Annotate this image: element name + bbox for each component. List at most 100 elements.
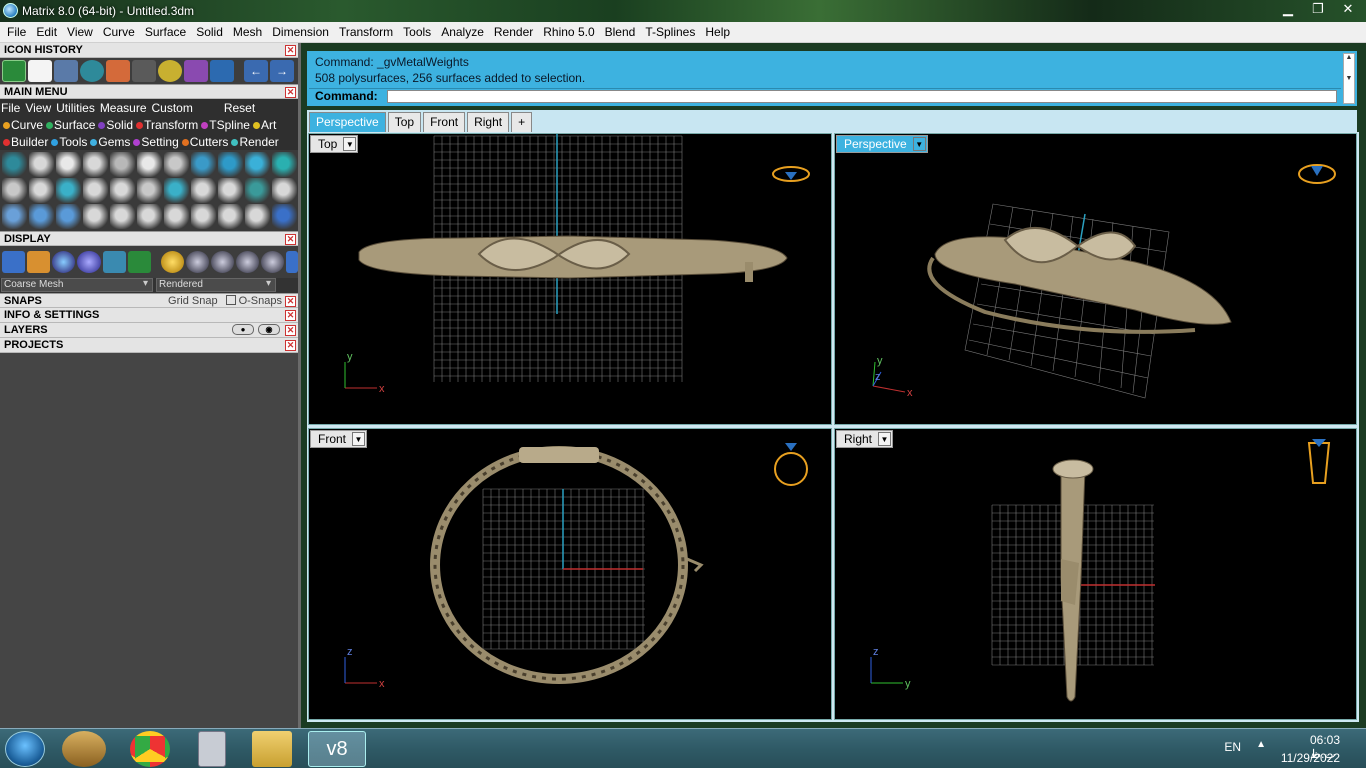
tool-icon[interactable] <box>272 204 297 229</box>
tool-icon[interactable] <box>2 178 27 203</box>
tool-icon[interactable] <box>164 204 189 229</box>
paint-app-icon[interactable] <box>62 731 106 767</box>
viewport-front-label[interactable]: Front ▼ <box>310 430 368 448</box>
clock-date[interactable]: 11/29/2022 <box>1281 751 1340 765</box>
tool-icon[interactable] <box>2 204 27 229</box>
menu-curve[interactable]: Curve <box>98 25 140 39</box>
tool-icon[interactable] <box>83 152 108 177</box>
minimize-button[interactable]: ▁ <box>1274 0 1302 18</box>
mesh-quality-select[interactable]: Coarse Mesh <box>1 278 153 292</box>
menu-analyze[interactable]: Analyze <box>436 25 489 39</box>
tool-icon[interactable] <box>218 178 243 203</box>
tool-icon[interactable] <box>245 204 270 229</box>
snaps-header[interactable]: SNAPS Grid Snap O-Snaps ✕ <box>0 293 298 308</box>
viewport-perspective-label[interactable]: Perspective ▼ <box>836 135 928 153</box>
category-gems[interactable]: Gems <box>87 135 130 149</box>
close-icon[interactable]: ✕ <box>285 87 296 98</box>
chevron-down-icon[interactable]: ▼ <box>912 137 926 151</box>
tool-icon[interactable] <box>137 152 162 177</box>
display-header[interactable]: DISPLAY ✕ <box>0 231 298 246</box>
tool-icon[interactable] <box>29 152 54 177</box>
new-file-icon[interactable] <box>28 60 52 82</box>
close-icon[interactable]: ✕ <box>285 310 296 321</box>
maximize-button[interactable]: ❐ <box>1304 0 1332 18</box>
tool-icon[interactable] <box>191 178 216 203</box>
close-icon[interactable]: ✕ <box>285 340 296 351</box>
menu-file[interactable]: File <box>2 25 31 39</box>
menu-view[interactable]: View <box>62 25 98 39</box>
tab-front[interactable]: Front <box>423 112 466 132</box>
viewport-perspective[interactable]: y x z Perspective ▼ <box>834 133 1357 425</box>
chevron-down-icon[interactable]: ▼ <box>343 137 357 151</box>
tab-top[interactable]: Top <box>387 112 422 132</box>
tool-icon[interactable] <box>56 152 81 177</box>
menu-solid[interactable]: Solid <box>191 25 228 39</box>
save-icon[interactable] <box>54 60 78 82</box>
pipe-icon[interactable] <box>184 60 208 82</box>
display-mode-select[interactable]: Rendered <box>156 278 276 292</box>
tool-icon[interactable] <box>164 178 189 203</box>
tool-icon[interactable] <box>164 152 189 177</box>
icon-history-header[interactable]: ICON HISTORY ✕ <box>0 43 298 58</box>
tab-perspective[interactable]: Perspective <box>309 112 386 132</box>
tool-icon[interactable] <box>245 152 270 177</box>
tool-icon[interactable] <box>56 178 81 203</box>
command-input[interactable] <box>387 90 1337 103</box>
category-surface[interactable]: Surface <box>43 118 95 132</box>
main-menu-file[interactable]: File <box>0 101 25 115</box>
rendered-icon[interactable] <box>77 251 101 273</box>
ring-icon[interactable] <box>158 60 182 82</box>
close-icon[interactable]: ✕ <box>285 45 296 56</box>
close-icon[interactable]: ✕ <box>285 296 296 307</box>
main-menu-utilities[interactable]: Utilities <box>56 101 100 115</box>
tool-icon[interactable] <box>110 204 135 229</box>
tool-icon[interactable] <box>218 204 243 229</box>
matrix-taskbar-icon[interactable]: v8 <box>308 731 366 767</box>
menu-surface[interactable]: Surface <box>140 25 191 39</box>
ghost-icon[interactable] <box>27 251 51 273</box>
close-button[interactable]: ✕ <box>1334 0 1362 18</box>
reset-button[interactable]: Reset <box>224 101 260 115</box>
grid-snap-toggle[interactable]: Grid Snap <box>168 294 218 308</box>
category-art[interactable]: Art <box>250 118 276 132</box>
cone-icon[interactable] <box>210 60 234 82</box>
category-cutters[interactable]: Cutters <box>179 135 228 149</box>
matte-material-icon[interactable] <box>261 251 285 273</box>
matrix-icon[interactable] <box>80 60 104 82</box>
menu-edit[interactable]: Edit <box>31 25 62 39</box>
back-arrow-icon[interactable]: ← <box>244 60 268 82</box>
eye-icon[interactable]: ◉ <box>258 324 280 335</box>
xray-icon[interactable] <box>102 251 126 273</box>
silver-material-icon[interactable] <box>185 251 209 273</box>
tool-icon[interactable] <box>110 178 135 203</box>
pencil-icon[interactable] <box>106 60 130 82</box>
grid-toggle-icon[interactable] <box>127 251 151 273</box>
projects-header[interactable]: PROJECTS ✕ <box>0 338 298 353</box>
tool-icon[interactable] <box>137 204 162 229</box>
main-menu-view[interactable]: View <box>25 101 56 115</box>
chevron-down-icon[interactable]: ▼ <box>878 432 892 446</box>
layer-visibility-icon[interactable]: ● <box>232 324 254 335</box>
tool-icon[interactable] <box>137 178 162 203</box>
platinum-material-icon[interactable] <box>211 251 235 273</box>
menu-help[interactable]: Help <box>700 25 735 39</box>
category-curve[interactable]: Curve <box>0 118 43 132</box>
category-render[interactable]: Render <box>228 135 279 149</box>
viewport-top[interactable]: y x Top ▼ <box>308 133 832 425</box>
language-indicator[interactable]: EN <box>1224 740 1241 754</box>
viewport-front[interactable]: z x Front ▼ <box>308 428 832 720</box>
tool-icon[interactable] <box>272 178 297 203</box>
osnaps-toggle[interactable]: O-Snaps <box>225 294 282 308</box>
forward-arrow-icon[interactable]: → <box>270 60 294 82</box>
grid-icon[interactable] <box>2 60 26 82</box>
add-tab-button[interactable]: + <box>511 112 533 132</box>
tool-icon[interactable] <box>245 178 270 203</box>
tool-icon[interactable] <box>29 178 54 203</box>
tab-right[interactable]: Right <box>467 112 510 132</box>
menu-blend[interactable]: Blend <box>600 25 641 39</box>
tool-icon[interactable] <box>83 204 108 229</box>
category-builder[interactable]: Builder <box>0 135 48 149</box>
chrome-icon[interactable] <box>130 731 170 767</box>
tool-icon[interactable] <box>56 204 81 229</box>
tool-icon[interactable] <box>83 178 108 203</box>
